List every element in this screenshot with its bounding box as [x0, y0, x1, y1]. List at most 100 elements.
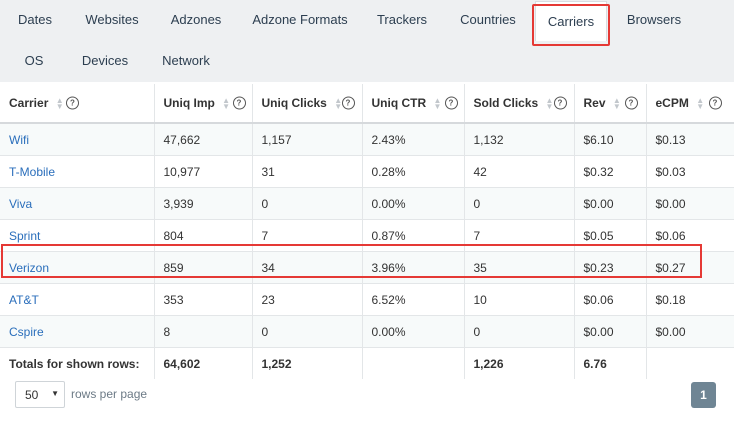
cell-sold-clicks: 35	[463, 251, 574, 284]
help-icon[interactable]: ?	[624, 96, 638, 110]
rows-per-page-select[interactable]: 50 ▼	[15, 381, 65, 408]
table-row: Verizon 859 34 3.96% 35 $0.23 $0.27	[0, 251, 734, 284]
tabs-bar: Dates Websites Adzones Adzone Formats Tr…	[0, 0, 734, 82]
column-header-rev[interactable]: Rev ▲ ▼ ?	[573, 84, 646, 124]
column-label: Uniq Clicks	[261, 96, 327, 110]
cell-uniq-imp: 859	[153, 251, 252, 284]
cell-sold-clicks: 0	[463, 187, 574, 220]
cell-ecpm: $0.00	[645, 187, 734, 220]
tab-os[interactable]: OS	[20, 41, 48, 81]
cell-uniq-imp: 804	[153, 219, 252, 252]
column-header-uniq-clicks[interactable]: Uniq Clicks ▲ ▼ ?	[251, 84, 362, 124]
cell-uniq-imp: 8	[153, 315, 252, 348]
carrier-link-viva[interactable]: Viva	[9, 197, 32, 211]
help-icon[interactable]: ?	[444, 96, 458, 110]
sort-icon[interactable]: ▲ ▼	[434, 96, 442, 110]
help-icon[interactable]: ?	[341, 96, 355, 110]
help-icon[interactable]: ?	[708, 96, 722, 110]
tab-dates[interactable]: Dates	[14, 0, 56, 40]
total-ecpm	[645, 347, 734, 379]
column-label: Uniq CTR	[371, 96, 427, 110]
column-label: Sold Clicks	[473, 96, 539, 110]
cell-uniq-ctr: 6.52%	[361, 283, 464, 316]
totals-row: Totals for shown rows: 64,602 1,252 1,22…	[0, 347, 734, 379]
cell-rev: $0.32	[573, 155, 646, 188]
total-uniq-imp: 64,602	[153, 347, 252, 379]
rows-per-page-label: rows per page	[71, 387, 148, 401]
column-label: eCPM	[655, 96, 689, 110]
carrier-link-verizon[interactable]: Verizon	[9, 261, 49, 275]
tab-devices[interactable]: Devices	[80, 41, 130, 81]
table-row: Viva 3,939 0 0.00% 0 $0.00 $0.00	[0, 187, 734, 220]
column-header-carrier[interactable]: Carrier ▲ ▼ ?	[0, 84, 154, 124]
cell-uniq-clicks: 31	[251, 155, 362, 188]
carrier-link-wifi[interactable]: Wifi	[9, 133, 29, 147]
table-row: Wifi 47,662 1,157 2.43% 1,132 $6.10 $0.1…	[0, 122, 734, 156]
cell-uniq-ctr: 0.87%	[361, 219, 464, 252]
help-icon[interactable]: ?	[553, 96, 567, 110]
total-uniq-ctr	[361, 347, 464, 379]
tab-browsers[interactable]: Browsers	[622, 0, 686, 40]
column-header-sold-clicks[interactable]: Sold Clicks ▲ ▼ ?	[463, 84, 574, 124]
carrier-link-cspire[interactable]: Cspire	[9, 325, 44, 339]
cell-rev: $0.00	[573, 187, 646, 220]
carriers-table: Carrier ▲ ▼ ? Uniq Imp ▲ ▼ ? Uniq Clicks ▲…	[0, 84, 734, 379]
tab-carriers[interactable]: Carriers	[535, 1, 607, 41]
chevron-down-icon: ▼	[51, 389, 59, 398]
table-header-row: Carrier ▲ ▼ ? Uniq Imp ▲ ▼ ? Uniq Clicks ▲…	[0, 84, 734, 124]
carrier-link-att[interactable]: AT&T	[9, 293, 39, 307]
cell-ecpm: $0.00	[645, 315, 734, 348]
cell-uniq-ctr: 0.00%	[361, 187, 464, 220]
sort-icon[interactable]: ▲ ▼	[56, 96, 64, 110]
carrier-link-sprint[interactable]: Sprint	[9, 229, 40, 243]
cell-sold-clicks: 42	[463, 155, 574, 188]
cell-ecpm: $0.06	[645, 219, 734, 252]
cell-sold-clicks: 0	[463, 315, 574, 348]
total-uniq-clicks: 1,252	[251, 347, 362, 379]
cell-uniq-ctr: 0.00%	[361, 315, 464, 348]
tab-websites[interactable]: Websites	[80, 0, 144, 40]
column-header-uniq-ctr[interactable]: Uniq CTR ▲ ▼ ?	[361, 84, 464, 124]
sort-icon[interactable]: ▲ ▼	[222, 96, 230, 110]
tab-adzone-formats[interactable]: Adzone Formats	[250, 0, 350, 40]
table-row: Cspire 8 0 0.00% 0 $0.00 $0.00	[0, 315, 734, 348]
total-sold-clicks: 1,226	[463, 347, 574, 379]
table-row: T-Mobile 10,977 31 0.28% 42 $0.32 $0.03	[0, 155, 734, 188]
column-label: Carrier	[9, 96, 49, 110]
cell-uniq-ctr: 3.96%	[361, 251, 464, 284]
cell-uniq-clicks: 1,157	[251, 122, 362, 156]
column-label: Rev	[583, 96, 606, 110]
cell-sold-clicks: 1,132	[463, 122, 574, 156]
cell-ecpm: $0.18	[645, 283, 734, 316]
table-row: Sprint 804 7 0.87% 7 $0.05 $0.06	[0, 219, 734, 252]
cell-sold-clicks: 10	[463, 283, 574, 316]
column-header-uniq-imp[interactable]: Uniq Imp ▲ ▼ ?	[153, 84, 252, 124]
page-button-1[interactable]: 1	[691, 382, 716, 408]
totals-label: Totals for shown rows:	[0, 347, 154, 379]
cell-sold-clicks: 7	[463, 219, 574, 252]
cell-uniq-ctr: 2.43%	[361, 122, 464, 156]
help-icon[interactable]: ?	[232, 96, 246, 110]
sort-icon[interactable]: ▲ ▼	[613, 96, 621, 110]
tab-trackers[interactable]: Trackers	[372, 0, 432, 40]
cell-uniq-imp: 3,939	[153, 187, 252, 220]
cell-uniq-imp: 47,662	[153, 122, 252, 156]
cell-rev: $0.00	[573, 315, 646, 348]
carrier-link-t-mobile[interactable]: T-Mobile	[9, 165, 55, 179]
sort-icon[interactable]: ▲ ▼	[546, 96, 554, 110]
cell-ecpm: $0.03	[645, 155, 734, 188]
cell-rev: $0.06	[573, 283, 646, 316]
cell-rev: $0.05	[573, 219, 646, 252]
tab-adzones[interactable]: Adzones	[166, 0, 226, 40]
tab-network[interactable]: Network	[158, 41, 214, 81]
table-row: AT&T 353 23 6.52% 10 $0.06 $0.18	[0, 283, 734, 316]
cell-uniq-clicks: 7	[251, 219, 362, 252]
cell-uniq-clicks: 23	[251, 283, 362, 316]
total-rev: 6.76	[573, 347, 646, 379]
tab-countries[interactable]: Countries	[456, 0, 520, 40]
column-header-ecpm[interactable]: eCPM ▲ ▼ ?	[645, 84, 734, 124]
cell-rev: $0.23	[573, 251, 646, 284]
sort-icon[interactable]: ▲ ▼	[696, 96, 704, 110]
help-icon[interactable]: ?	[66, 96, 79, 110]
cell-uniq-clicks: 0	[251, 187, 362, 220]
